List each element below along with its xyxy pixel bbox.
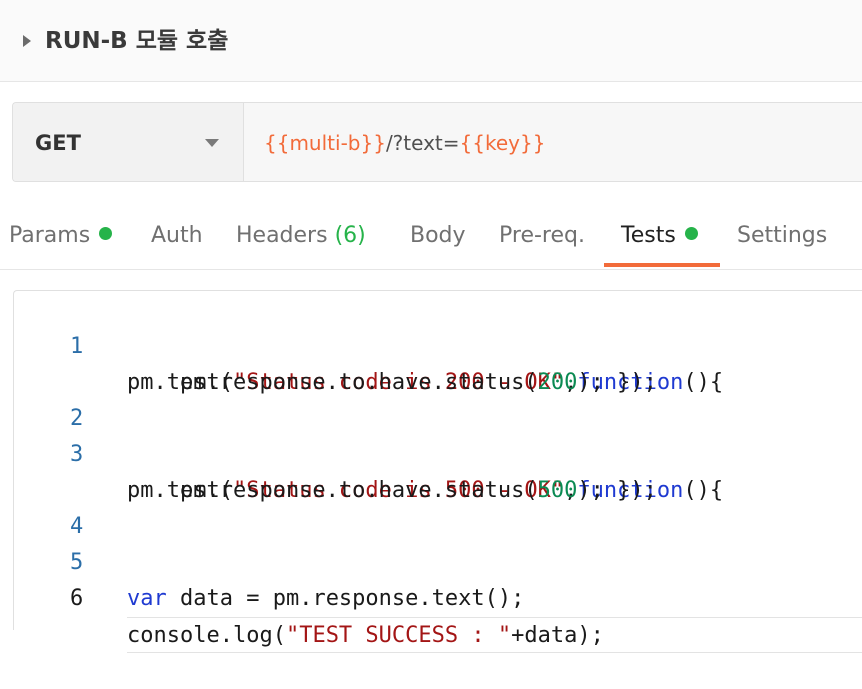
tab-tests[interactable]: Tests [621, 222, 698, 250]
tab-pre-request-label: Pre-req. [499, 223, 585, 248]
tab-tests-label: Tests [621, 223, 676, 248]
request-header: RUN-B 모듈 호출 [0, 0, 862, 82]
tab-body-label: Body [410, 223, 466, 248]
tests-code-editor[interactable]: 1 pm.test("Status code is 200 - OK",func… [13, 290, 862, 653]
code-line: 3 pm.test("Status code is 500 - OK",func… [14, 401, 862, 503]
active-tab-indicator [604, 263, 720, 267]
code-text: var data = pm.response.text(); [127, 586, 525, 611]
url-input[interactable]: {{multi-b}}/?text={{key}} [264, 130, 545, 156]
request-url-bar: GET {{multi-b}}/?text={{key}} [12, 102, 862, 182]
chevron-down-icon [205, 139, 219, 147]
url-path: /?text= [385, 131, 460, 155]
params-status-dot-icon [99, 227, 113, 240]
request-tabs: Params Auth Headers (6) Body Pre-req. Te… [0, 200, 862, 270]
method-label: GET [35, 131, 81, 155]
tab-headers-label: Headers [236, 223, 328, 248]
code-line: 4 [14, 473, 862, 539]
expand-caret-icon[interactable] [23, 35, 31, 47]
code-line: 5 var data = pm.response.text(); [14, 509, 862, 611]
tab-params-label: Params [9, 223, 91, 248]
code-text: console.log("TEST SUCCESS : "+data); [127, 617, 862, 653]
tab-pre-request[interactable]: Pre-req. [499, 222, 585, 250]
url-variable-multi-b: {{multi-b}} [264, 131, 386, 155]
tab-auth[interactable]: Auth [151, 222, 203, 250]
code-line: 2 [14, 365, 862, 431]
tests-status-dot-icon [684, 227, 698, 240]
code-line-wrapped: pm.response.to.have.status(200); }); [14, 329, 862, 395]
headers-count-badge: (6) [334, 223, 366, 248]
line-number: 6 [70, 586, 84, 611]
tab-headers[interactable]: Headers (6) [236, 222, 366, 250]
tab-settings-label: Settings [737, 223, 828, 248]
tab-body[interactable]: Body [410, 222, 466, 250]
code-line: 1 pm.test("Status code is 200 - OK",func… [14, 293, 862, 395]
code-line-current: 6 console.log("TEST SUCCESS : "+data); [14, 545, 862, 653]
tab-params[interactable]: Params [9, 222, 113, 250]
tab-auth-label: Auth [151, 223, 203, 248]
method-select[interactable]: GET [13, 103, 244, 181]
url-variable-key: {{key}} [459, 131, 546, 155]
request-title[interactable]: RUN-B 모듈 호출 [45, 26, 228, 56]
tab-settings[interactable]: Settings [737, 222, 827, 250]
code-line-wrapped: pm.response.to.have.status(500); }); [14, 437, 862, 503]
